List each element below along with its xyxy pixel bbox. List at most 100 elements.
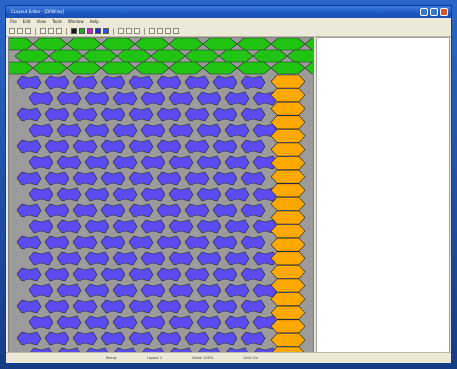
blue-tile-shape[interactable] — [56, 219, 82, 234]
blue-tile-shape[interactable] — [16, 235, 42, 250]
green-hex-shape[interactable] — [82, 49, 118, 63]
blue-tile-shape[interactable] — [100, 299, 126, 314]
blue-tile-shape[interactable] — [184, 299, 210, 314]
orange-octagon-shape[interactable] — [270, 156, 306, 170]
blue-tile-shape[interactable] — [156, 299, 182, 314]
blue-tile-shape[interactable] — [240, 299, 266, 314]
blue-tile-shape[interactable] — [84, 283, 110, 298]
align-left-icon[interactable] — [149, 28, 155, 34]
orange-octagon-shape[interactable] — [270, 88, 306, 102]
orange-octagon-shape[interactable] — [270, 292, 306, 306]
blue-tile-shape[interactable] — [240, 171, 266, 186]
blue-tile-shape[interactable] — [140, 123, 166, 138]
properties-pane[interactable] — [316, 37, 450, 356]
green-hex-shape[interactable] — [9, 38, 34, 51]
blue-tile-shape[interactable] — [28, 155, 54, 170]
blue-tile-shape[interactable] — [84, 187, 110, 202]
align-center-icon[interactable] — [157, 28, 163, 34]
blue-tile-shape[interactable] — [156, 235, 182, 250]
blue-tile-shape[interactable] — [212, 299, 238, 314]
green-hex-shape[interactable] — [32, 61, 68, 75]
blue-tile-shape[interactable] — [224, 91, 250, 106]
blue-tile-shape[interactable] — [72, 107, 98, 122]
cut-icon[interactable] — [40, 28, 46, 34]
blue-tile-shape[interactable] — [184, 107, 210, 122]
menu-view[interactable]: View — [36, 18, 46, 26]
blue-tile-shape[interactable] — [72, 203, 98, 218]
blue-tile-shape[interactable] — [240, 267, 266, 282]
blue-tile-shape[interactable] — [44, 107, 70, 122]
green-hex-shape[interactable] — [100, 61, 136, 75]
color-swatch-magenta[interactable] — [87, 28, 93, 34]
green-hex-shape[interactable] — [236, 38, 272, 51]
blue-tile-shape[interactable] — [100, 75, 126, 90]
blue-tile-shape[interactable] — [156, 331, 182, 346]
minimize-button[interactable] — [420, 8, 428, 16]
blue-tile-shape[interactable] — [240, 203, 266, 218]
blue-tile-shape[interactable] — [156, 107, 182, 122]
blue-tile-shape[interactable] — [168, 251, 194, 266]
blue-tile-shape[interactable] — [100, 203, 126, 218]
blue-tile-shape[interactable] — [196, 187, 222, 202]
blue-tile-shape[interactable] — [140, 315, 166, 330]
blue-tile-shape[interactable] — [100, 235, 126, 250]
zoom-in-icon[interactable] — [118, 28, 124, 34]
blue-tile-shape[interactable] — [168, 187, 194, 202]
blue-tile-shape[interactable] — [44, 139, 70, 154]
green-hex-shape[interactable] — [202, 38, 238, 51]
orange-octagon-shape[interactable] — [270, 210, 306, 225]
menu-window[interactable]: Window — [68, 18, 84, 26]
zoom-out-icon[interactable] — [126, 28, 132, 34]
blue-tile-shape[interactable] — [84, 123, 110, 138]
blue-tile-shape[interactable] — [72, 267, 98, 282]
blue-tile-shape[interactable] — [28, 123, 54, 138]
green-hex-shape[interactable] — [48, 49, 84, 63]
green-hex-shape[interactable] — [66, 38, 102, 51]
blue-tile-shape[interactable] — [16, 203, 42, 218]
blue-tile-shape[interactable] — [112, 219, 138, 234]
green-hex-shape[interactable] — [184, 49, 220, 63]
blue-tile-shape[interactable] — [240, 75, 266, 90]
blue-tile-shape[interactable] — [56, 283, 82, 298]
blue-tile-shape[interactable] — [56, 187, 82, 202]
menu-tools[interactable]: Tools — [52, 18, 62, 26]
blue-tile-shape[interactable] — [84, 315, 110, 330]
blue-tile-shape[interactable] — [72, 75, 98, 90]
blue-tile-shape[interactable] — [140, 251, 166, 266]
orange-octagon-shape[interactable] — [270, 115, 306, 130]
blue-tile-shape[interactable] — [100, 267, 126, 282]
blue-tile-shape[interactable] — [28, 219, 54, 234]
blue-tile-shape[interactable] — [224, 251, 250, 266]
blue-tile-shape[interactable] — [16, 107, 42, 122]
copy-icon[interactable] — [48, 28, 54, 34]
blue-tile-shape[interactable] — [72, 235, 98, 250]
blue-tile-shape[interactable] — [128, 139, 154, 154]
blue-tile-shape[interactable] — [44, 235, 70, 250]
orange-octagon-shape[interactable] — [270, 197, 306, 211]
green-hex-shape[interactable] — [14, 49, 50, 63]
blue-tile-shape[interactable] — [128, 235, 154, 250]
blue-tile-shape[interactable] — [212, 331, 238, 346]
blue-tile-shape[interactable] — [72, 139, 98, 154]
blue-tile-shape[interactable] — [212, 139, 238, 154]
blue-tile-shape[interactable] — [112, 155, 138, 170]
blue-tile-shape[interactable] — [184, 139, 210, 154]
open-icon[interactable] — [17, 28, 23, 34]
green-hex-shape[interactable] — [66, 61, 102, 75]
green-hex-shape[interactable] — [304, 61, 313, 75]
blue-tile-shape[interactable] — [156, 267, 182, 282]
blue-tile-shape[interactable] — [212, 171, 238, 186]
blue-tile-shape[interactable] — [100, 107, 126, 122]
blue-tile-shape[interactable] — [16, 139, 42, 154]
green-hex-shape[interactable] — [202, 61, 238, 75]
blue-tile-shape[interactable] — [128, 107, 154, 122]
blue-tile-shape[interactable] — [128, 331, 154, 346]
green-hex-shape[interactable] — [116, 49, 152, 63]
orange-octagon-shape[interactable] — [270, 305, 306, 320]
orange-octagon-shape[interactable] — [270, 183, 306, 198]
blue-tile-shape[interactable] — [168, 283, 194, 298]
menu-file[interactable]: File — [10, 18, 17, 26]
orange-octagon-shape[interactable] — [270, 169, 306, 184]
green-hex-shape[interactable] — [32, 38, 68, 51]
layout-canvas[interactable] — [8, 37, 314, 356]
